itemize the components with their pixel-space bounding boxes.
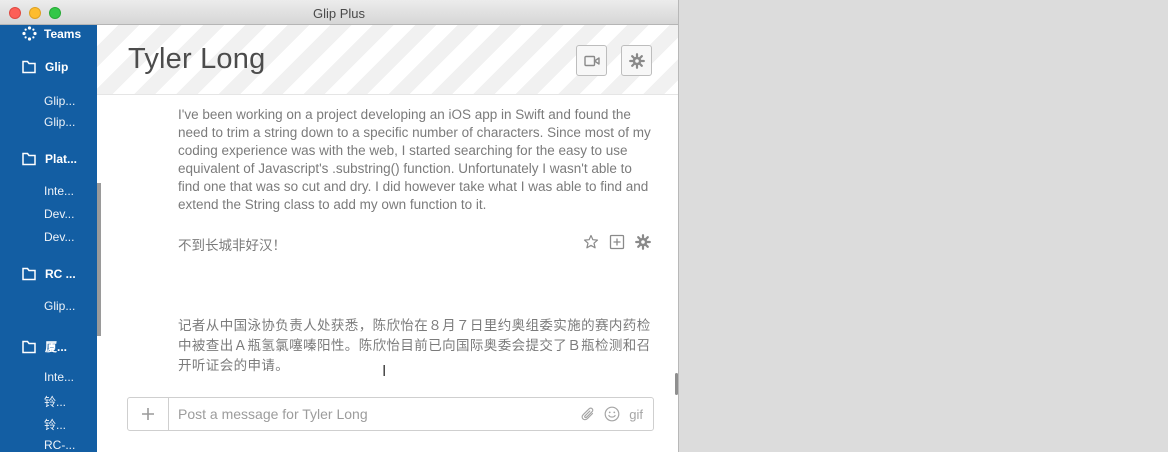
conversation-header: Tyler Long [97,25,678,95]
teams-icon [22,26,37,41]
gif-button[interactable]: gif [629,407,643,422]
sidebar-group-platform[interactable]: Plat... [22,152,77,166]
message-list[interactable]: I've been working on a project developin… [97,96,678,386]
message-settings-button[interactable] [634,233,651,250]
plus-square-icon [609,234,624,249]
sidebar-item-conversation[interactable]: Glip... [44,115,75,129]
composer-tools: gif [581,406,643,422]
app-window: Glip Plus Teams Glip Glip... Glip... Pla… [0,0,678,452]
title-bar: Glip Plus [0,0,678,25]
sidebar-item-conversation[interactable]: 铃... [44,393,66,410]
gear-icon [634,233,651,250]
sidebar-group-label: Plat... [45,152,78,166]
plus-icon [142,408,154,420]
sidebar-item-conversation[interactable]: Dev... [44,207,74,221]
sidebar-group-glip[interactable]: Glip [22,60,68,74]
sidebar-group-xiamen[interactable]: 厦... [22,338,67,355]
folder-icon [22,60,36,74]
attach-menu-button[interactable] [128,398,169,430]
folder-icon [22,152,36,166]
message-composer: gif [127,397,654,431]
window-title: Glip Plus [312,6,366,21]
sidebar: Teams Glip Glip... Glip... Plat... Inte.… [0,25,97,452]
folder-icon [22,340,36,353]
sidebar-item-conversation[interactable]: 铃... [44,416,66,433]
smiley-icon[interactable] [604,406,620,422]
sidebar-group-rc[interactable]: RC ... [22,267,76,281]
video-icon [583,55,600,66]
sidebar-item-conversation[interactable]: Glip... [44,94,75,108]
message-text: 记者从中国泳协负责人处获悉，陈欣怡在８月７日里约奥组委实施的赛内药检中被查出Ａ瓶… [178,318,651,373]
sidebar-item-conversation[interactable]: Glip... [44,299,75,313]
sidebar-group-label: 厦... [45,340,68,354]
sidebar-item-teams[interactable]: Teams [22,26,81,41]
add-to-button[interactable] [608,233,625,250]
message-actions [582,233,651,250]
text-cursor-icon: I [382,362,387,380]
sidebar-item-conversation[interactable]: RC-... [44,438,75,452]
favorite-button[interactable] [582,233,599,250]
message-input[interactable] [178,406,568,422]
sidebar-group-label: Glip [45,60,69,74]
sidebar-item-conversation[interactable]: Inte... [44,184,74,198]
video-call-button[interactable] [576,45,607,76]
sidebar-item-label: Teams [44,26,82,41]
message-text: I've been working on a project developin… [178,107,651,212]
gear-icon [628,52,645,69]
message-text: 不到长城非好汉！ [178,238,286,253]
message-list-scrollbar[interactable] [675,373,678,395]
sidebar-group-label: RC ... [45,267,76,281]
conversation-settings-button[interactable] [621,45,652,76]
star-icon [583,234,598,248]
sidebar-item-conversation[interactable]: Dev... [44,230,74,244]
conversation-title: Tyler Long [128,43,266,75]
paperclip-icon[interactable] [581,406,595,422]
folder-icon [22,267,36,281]
sidebar-item-conversation[interactable]: Inte... [44,370,74,384]
